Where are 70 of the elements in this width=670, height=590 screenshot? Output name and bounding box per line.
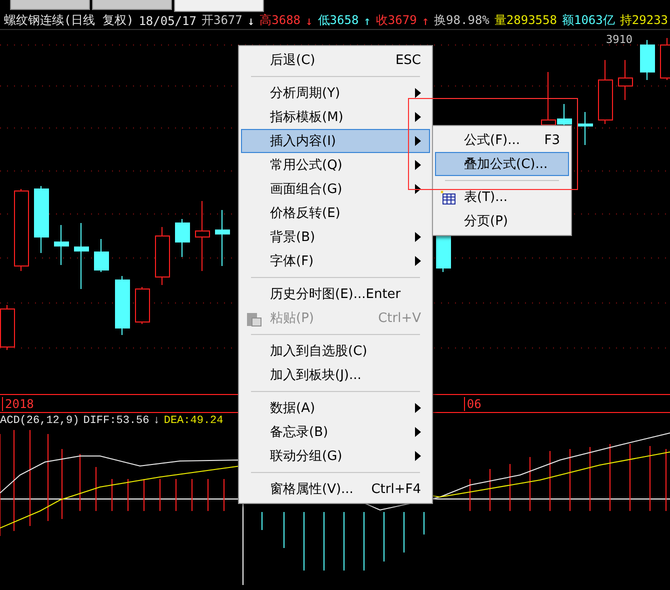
candlestick xyxy=(195,200,210,272)
quote-text: 换98.98% xyxy=(434,12,490,30)
submenu-arrow-icon xyxy=(415,403,421,413)
menu-item[interactable]: 字体(F) xyxy=(241,249,430,273)
diff-value: DIFF:53.56 xyxy=(83,415,150,428)
quote-text: ↑ xyxy=(364,14,371,28)
candlestick xyxy=(175,218,190,258)
submenu-arrow-icon xyxy=(415,256,421,266)
candlestick xyxy=(640,40,655,81)
candlestick xyxy=(618,60,633,101)
quote-text: 量2893558 xyxy=(494,12,557,30)
candlestick xyxy=(215,210,230,267)
menu-item[interactable]: 历史分时图(E)...Enter xyxy=(241,282,430,306)
menu-item[interactable]: 背景(B) xyxy=(241,225,430,249)
menu-item[interactable]: 联动分组(G) xyxy=(241,444,430,468)
quote-text: ↓ xyxy=(306,14,313,28)
quote-text: ↑ xyxy=(422,14,430,28)
candlestick xyxy=(115,276,130,336)
indicator-title: ACD(26,12,9) xyxy=(0,415,80,428)
menu-item[interactable]: 分析周期(Y) xyxy=(241,81,430,105)
menu-item[interactable]: 加入到板块(J)... xyxy=(241,363,430,387)
menu-item[interactable]: 叠加公式(C)... xyxy=(435,152,569,176)
submenu-arrow-icon xyxy=(415,160,421,170)
menu-item[interactable]: 后退(C) ESC xyxy=(241,48,430,72)
menu-item[interactable]: 常用公式(Q) xyxy=(241,153,430,177)
candlestick xyxy=(94,238,109,273)
quote-text: ↓ xyxy=(247,14,255,28)
clipboard-icon xyxy=(246,311,262,327)
candlestick xyxy=(54,224,69,266)
quote-text: 开3677 xyxy=(201,12,242,30)
dea-value: DEA:49.24 xyxy=(164,415,224,428)
candlestick xyxy=(34,186,49,254)
quote-text: 持29233 xyxy=(620,12,668,30)
date-text: 18/05/17 xyxy=(138,14,196,28)
candlestick xyxy=(74,222,89,290)
quote-text: 收3679 xyxy=(376,12,417,30)
price-label: 3910 xyxy=(606,33,632,46)
table-icon xyxy=(440,190,456,206)
submenu-arrow-icon xyxy=(415,232,421,242)
date-axis-label: 2018 xyxy=(2,396,34,410)
submenu-arrow-icon xyxy=(415,427,421,437)
tab[interactable] xyxy=(10,0,90,10)
submenu-arrow-icon xyxy=(415,136,421,146)
date-axis-label: 06 xyxy=(464,396,482,410)
submenu-arrow-icon xyxy=(415,88,421,98)
menu-item[interactable]: 备忘录(B) xyxy=(241,420,430,444)
menu-item[interactable]: 价格反转(E) xyxy=(241,201,430,225)
menu-item[interactable]: 插入内容(I) xyxy=(241,129,430,153)
menu-item[interactable]: 分页(P) xyxy=(435,209,569,233)
menu-item[interactable]: 表(T)... xyxy=(435,185,569,209)
menu-item[interactable]: 数据(A) xyxy=(241,396,430,420)
submenu-arrow-icon xyxy=(415,184,421,194)
candlestick xyxy=(155,226,170,286)
quote-text: 高3688 xyxy=(260,12,301,30)
menu-item[interactable]: 窗格属性(V)... Ctrl+F4 xyxy=(241,477,430,501)
tab[interactable] xyxy=(92,0,172,10)
menu-item[interactable]: 指标模板(M) xyxy=(241,105,430,129)
quote-text: 额1063亿 xyxy=(562,12,615,30)
quote-text: 低3658 xyxy=(318,12,359,30)
instrument-title: 螺纹钢连续(日线 复权) xyxy=(4,12,134,30)
candlestick xyxy=(578,112,593,146)
tab[interactable] xyxy=(174,0,264,12)
diff-arrow: ↓ xyxy=(153,415,160,428)
submenu-arrow-icon xyxy=(415,112,421,122)
menu-item[interactable]: 公式(F)... F3 xyxy=(435,128,569,152)
menu-item[interactable]: 加入到自选股(C) xyxy=(241,339,430,363)
menu-item[interactable]: 画面组合(G) xyxy=(241,177,430,201)
candlestick xyxy=(598,60,613,125)
candlestick xyxy=(135,286,150,325)
submenu-arrow-icon xyxy=(415,451,421,461)
